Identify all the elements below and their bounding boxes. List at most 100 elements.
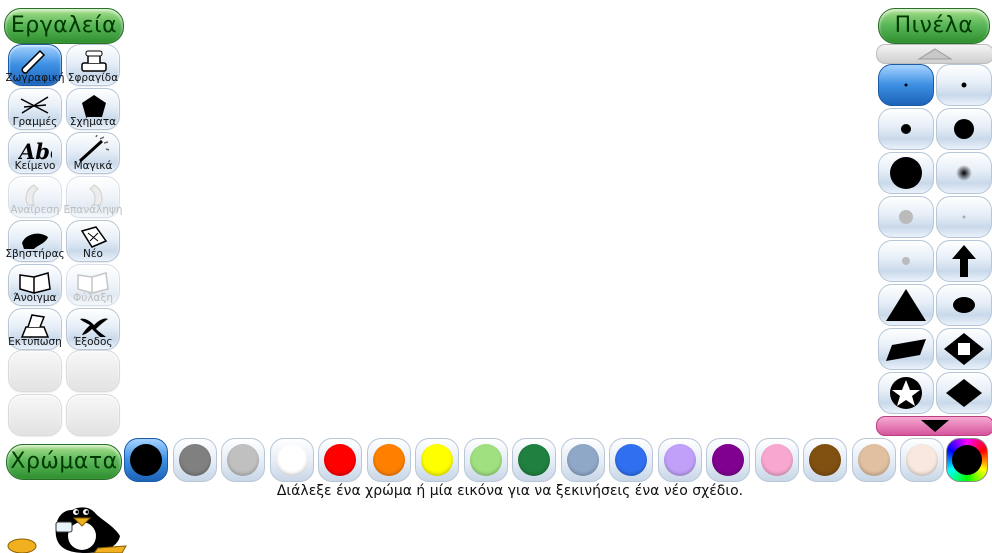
parallelogram-icon <box>886 339 926 361</box>
tool-label: Σχήματα <box>69 116 117 128</box>
brush-diamond-button[interactable] <box>936 372 992 414</box>
tool-icon-wrap <box>9 47 61 75</box>
paintbrush-icon <box>21 49 46 74</box>
tool-icon-wrap <box>67 223 119 251</box>
color-dot <box>760 444 793 476</box>
color-swatch[interactable] <box>221 438 265 482</box>
color-dot <box>712 444 744 476</box>
brush-oval-button[interactable] <box>936 284 992 326</box>
color-dot <box>421 444 453 476</box>
empty-tool-slot <box>66 394 120 436</box>
color-swatch[interactable] <box>415 438 459 482</box>
tool-eraser-button[interactable]: Σβηστήρας <box>5 220 65 262</box>
color-dot <box>663 444 696 476</box>
tool-magic-button[interactable]: Μαγικά <box>66 132 120 174</box>
tool-icon-wrap <box>9 91 61 119</box>
color-swatch[interactable] <box>269 438 314 482</box>
tool-print-button[interactable]: Εκτύπωση <box>8 308 62 350</box>
tool-icon-wrap <box>67 135 119 163</box>
tool-text-button[interactable]: AbcΚείμενο <box>8 132 62 174</box>
brush-gray-soft-button[interactable] <box>878 196 934 238</box>
color-swatch[interactable] <box>172 438 217 482</box>
color-swatch[interactable] <box>124 438 168 482</box>
tool-label: Νέο <box>83 248 103 260</box>
tool-icon-wrap <box>67 91 119 119</box>
empty-tool-slot <box>66 350 120 392</box>
brush-diamond-outline-button[interactable] <box>936 328 992 370</box>
color-swatch[interactable] <box>754 438 799 482</box>
empty-tool-slot <box>8 394 62 436</box>
color-dot <box>324 444 356 476</box>
color-swatch[interactable] <box>851 438 896 482</box>
drawing-canvas[interactable] <box>124 44 876 436</box>
tool-label: Εκτύπωση <box>8 336 62 348</box>
color-dot <box>178 444 211 476</box>
tool-new-button[interactable]: Νέο <box>66 220 120 262</box>
color-dot <box>372 444 405 476</box>
lines-icon <box>20 96 49 114</box>
color-swatch[interactable] <box>318 438 362 482</box>
tool-lines-button[interactable]: Γραμμές <box>8 88 62 130</box>
color-dot <box>615 444 647 476</box>
open-book-icon <box>19 272 51 294</box>
tool-redo-button[interactable]: Επανάληψη <box>63 176 123 218</box>
tool-undo-button[interactable]: Αναίρεση <box>8 176 62 218</box>
tool-icon-wrap: Abc <box>9 135 61 163</box>
color-dot <box>227 444 259 476</box>
color-dot <box>809 444 841 476</box>
oval-icon <box>953 297 975 313</box>
brush-small-dot-button[interactable] <box>936 64 992 106</box>
color-dot <box>857 444 890 476</box>
color-swatch[interactable] <box>512 438 556 482</box>
gray-soft-icon <box>899 210 913 224</box>
color-swatch[interactable] <box>803 438 847 482</box>
color-dot <box>469 444 502 476</box>
arrow-up-icon <box>952 245 976 277</box>
new-page-icon <box>80 226 108 248</box>
eraser-icon <box>22 233 48 249</box>
tools-header: Εργαλεία <box>4 8 124 44</box>
color-swatch[interactable] <box>609 438 653 482</box>
color-swatch[interactable] <box>657 438 702 482</box>
tool-label: Μαγικά <box>73 160 113 172</box>
medium-dot-icon <box>901 124 911 134</box>
brush-huge-dot-button[interactable] <box>878 152 934 194</box>
tool-quit-button[interactable]: Έξοδος <box>66 308 120 350</box>
brush-gray-tiny-button[interactable] <box>936 196 992 238</box>
tool-save-button[interactable]: Φύλαξη <box>66 264 120 306</box>
color-swatch[interactable] <box>366 438 411 482</box>
brush-tiny-dot-button[interactable] <box>878 64 934 106</box>
color-dot <box>518 444 550 476</box>
tool-open-button[interactable]: Άνοιγμα <box>8 264 62 306</box>
brush-medium-dot-button[interactable] <box>878 108 934 150</box>
triangle-icon <box>886 289 926 321</box>
brushes-scroll-up-button[interactable] <box>876 44 992 64</box>
brush-parallelogram-button[interactable] <box>878 328 934 370</box>
save-book-icon <box>77 272 109 294</box>
brush-triangle-button[interactable] <box>878 284 934 326</box>
redo-icon <box>89 184 103 206</box>
tool-stamp-button[interactable]: Σφραγίδα <box>66 44 120 86</box>
brush-fuzzy-dot-button[interactable] <box>936 152 992 194</box>
tool-icon-wrap <box>67 267 119 295</box>
color-swatch[interactable] <box>706 438 750 482</box>
brushes-scroll-down-button[interactable] <box>876 416 992 436</box>
color-picker-current-dot <box>952 445 982 475</box>
tool-label: Άνοιγμα <box>13 292 57 304</box>
brush-gray-small-button[interactable] <box>878 240 934 282</box>
tool-label: Έξοδος <box>73 336 113 348</box>
brush-arrow-up-button[interactable] <box>936 240 992 282</box>
tool-icon-wrap <box>67 311 119 339</box>
printer-icon <box>20 314 50 338</box>
tux-penguin-icon <box>7 507 127 553</box>
brush-large-dot-button[interactable] <box>936 108 992 150</box>
color-swatch[interactable] <box>900 438 944 482</box>
color-dot <box>130 444 162 476</box>
brushes-header: Πινέλα <box>878 8 990 44</box>
tool-shapes-button[interactable]: Σχήματα <box>66 88 120 130</box>
brush-star-button[interactable] <box>878 372 934 414</box>
color-swatch[interactable] <box>463 438 508 482</box>
color-swatch[interactable] <box>560 438 605 482</box>
color-picker-button[interactable] <box>946 438 988 482</box>
tool-paint-button[interactable]: Ζωγραφική <box>5 44 65 86</box>
